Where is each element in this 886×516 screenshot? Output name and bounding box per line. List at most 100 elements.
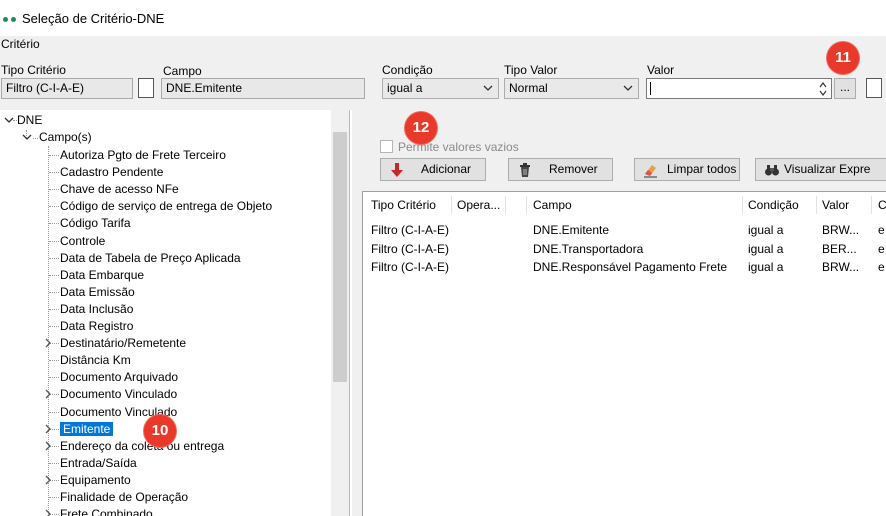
- tree-item-label: Controle: [60, 234, 106, 248]
- tree-guide: [49, 155, 59, 156]
- tree-item[interactable]: Autoriza Pgto de Frete Terceiro: [60, 147, 226, 164]
- tree-guide: [49, 292, 59, 293]
- chevron-right-icon[interactable]: [43, 389, 53, 399]
- tree-item-label: Data Emissão: [60, 285, 135, 299]
- tree-item-label: Autoriza Pgto de Frete Terceiro: [60, 148, 226, 162]
- tree-item[interactable]: Data Inclusão: [60, 301, 133, 318]
- remover-button[interactable]: Remover: [508, 158, 613, 181]
- tree-item-label: Distância Km: [60, 353, 131, 367]
- tree-item[interactable]: Chave de acesso NFe: [60, 181, 179, 198]
- visualizar-button[interactable]: Visualizar Expre: [755, 158, 886, 181]
- tree-item[interactable]: Data Registro: [60, 318, 133, 335]
- tree-guide: [49, 258, 59, 259]
- table-cell: DNE.Transportadora: [533, 242, 644, 256]
- tree-guide: [49, 463, 59, 464]
- arrow-down-icon: [391, 163, 403, 177]
- tree-root[interactable]: DNE: [17, 112, 42, 129]
- tree-item[interactable]: Finalidade de Operação: [60, 489, 188, 506]
- criterio-panel: Critério Tipo Critério Filtro (C-I-A-E) …: [0, 36, 886, 110]
- tree-guide: [13, 120, 17, 121]
- condicao-select[interactable]: igual a: [382, 78, 499, 99]
- chevron-right-icon[interactable]: [43, 475, 53, 485]
- permite-vazios-checkbox[interactable]: [380, 140, 393, 153]
- window-title: Seleção de Critério-DNE: [22, 11, 165, 26]
- valor-checkbox[interactable]: [866, 78, 882, 98]
- tipo-valor-value: Normal: [509, 81, 548, 95]
- tree-item-label: Equipamento: [60, 473, 131, 487]
- tipo-valor-label: Tipo Valor: [504, 63, 558, 77]
- tree-item[interactable]: Documento Arquivado: [60, 369, 178, 386]
- tree-item[interactable]: Data de Tabela de Preço Aplicada: [60, 250, 241, 267]
- tree-guide: [48, 146, 49, 516]
- tree-item[interactable]: Código de serviço de entrega de Objeto: [60, 198, 272, 215]
- tree-item-label: Entrada/Saída: [60, 456, 137, 470]
- col-header-extra[interactable]: C: [878, 198, 886, 212]
- tipo-criterio-field[interactable]: Filtro (C-I-A-E): [1, 78, 133, 99]
- tree-item[interactable]: Frete Combinado: [60, 506, 153, 516]
- valor-input[interactable]: [646, 78, 832, 99]
- tree-item[interactable]: Distância Km: [60, 352, 131, 369]
- tree-guide: [49, 377, 59, 378]
- tree-item[interactable]: Entrada/Saída: [60, 455, 137, 472]
- tipo-criterio-value: Filtro (C-I-A-E): [6, 81, 84, 95]
- tree-guide: [49, 497, 59, 498]
- tree-guide: [49, 360, 59, 361]
- tree-item[interactable]: Código Tarifa: [60, 215, 131, 232]
- tree-group[interactable]: Campo(s): [39, 129, 92, 146]
- col-separator: [526, 196, 527, 214]
- chevron-right-icon[interactable]: [43, 441, 53, 451]
- table-cell: BRW...: [822, 260, 860, 274]
- col-header-condicao[interactable]: Condição: [748, 198, 799, 212]
- tree-item-label: Data de Tabela de Preço Aplicada: [60, 251, 241, 265]
- col-header-operador[interactable]: Opera...: [457, 198, 500, 212]
- tree-item-label: Código Tarifa: [60, 216, 131, 230]
- table-cell: igual a: [748, 260, 784, 274]
- field-tree[interactable]: DNE Campo(s) Autoriza Pgto de Frete Terc…: [0, 110, 350, 516]
- col-separator: [871, 196, 872, 214]
- tree-item[interactable]: Equipamento: [60, 472, 131, 489]
- col-header-campo[interactable]: Campo: [533, 198, 572, 212]
- col-header-tipo-criterio[interactable]: Tipo Critério: [371, 198, 436, 212]
- tree-item[interactable]: Controle: [60, 233, 105, 250]
- tree-item[interactable]: Data Emissão: [60, 284, 135, 301]
- binoculars-icon: [765, 165, 779, 176]
- table-cell: Filtro (C-I-A-E): [371, 242, 449, 256]
- text-cursor: [650, 82, 651, 95]
- tree-item[interactable]: Emitente: [60, 421, 114, 438]
- limpar-todos-button[interactable]: Limpar todos: [634, 158, 740, 181]
- tree-root-label: DNE: [17, 113, 43, 127]
- tipo-valor-select[interactable]: Normal: [504, 78, 639, 99]
- chevron-down-icon[interactable]: [22, 132, 32, 142]
- chevron-right-icon[interactable]: [43, 509, 53, 516]
- tree-item[interactable]: Documento Vinculado: [60, 386, 177, 403]
- tree-guide: [49, 172, 59, 173]
- adicionar-button[interactable]: Adicionar: [380, 158, 486, 181]
- tree-item[interactable]: Cadastro Pendente: [60, 164, 163, 181]
- app-icon-dot: [11, 17, 16, 22]
- tree-item-label: Destinatário/Remetente: [60, 336, 187, 350]
- tree-guide: [33, 138, 38, 139]
- eraser-icon: [644, 165, 657, 178]
- tree-item[interactable]: Endereço da coleta ou entrega: [60, 438, 224, 455]
- criterio-group-label: Critério: [1, 37, 40, 51]
- chevron-right-icon[interactable]: [43, 338, 53, 348]
- scrollbar-thumb[interactable]: [333, 132, 347, 382]
- tree-item-label: Finalidade de Operação: [60, 490, 189, 504]
- tree-item-label: Data Embarque: [60, 268, 145, 282]
- table-cell: BER...: [822, 242, 857, 256]
- chevron-right-icon[interactable]: [43, 424, 53, 434]
- spin-icon[interactable]: [818, 80, 828, 98]
- adicionar-label: Adicionar: [421, 162, 472, 176]
- tree-scrollbar[interactable]: [331, 110, 349, 516]
- tipo-criterio-checkbox[interactable]: [138, 78, 154, 98]
- table-cell: igual a: [748, 242, 784, 256]
- tree-item[interactable]: Data Embarque: [60, 267, 144, 284]
- col-header-valor[interactable]: Valor: [822, 198, 849, 212]
- campo-field[interactable]: DNE.Emitente: [161, 78, 365, 99]
- tipo-criterio-label: Tipo Critério: [1, 63, 66, 77]
- tree-item[interactable]: Destinatário/Remetente: [60, 335, 186, 352]
- tree-item-label: Documento Arquivado: [60, 370, 179, 384]
- criteria-grid[interactable]: Tipo Critério Opera... Campo Condição Va…: [362, 191, 886, 516]
- valor-browse-button[interactable]: ...: [834, 78, 856, 99]
- grid-header: [363, 192, 886, 218]
